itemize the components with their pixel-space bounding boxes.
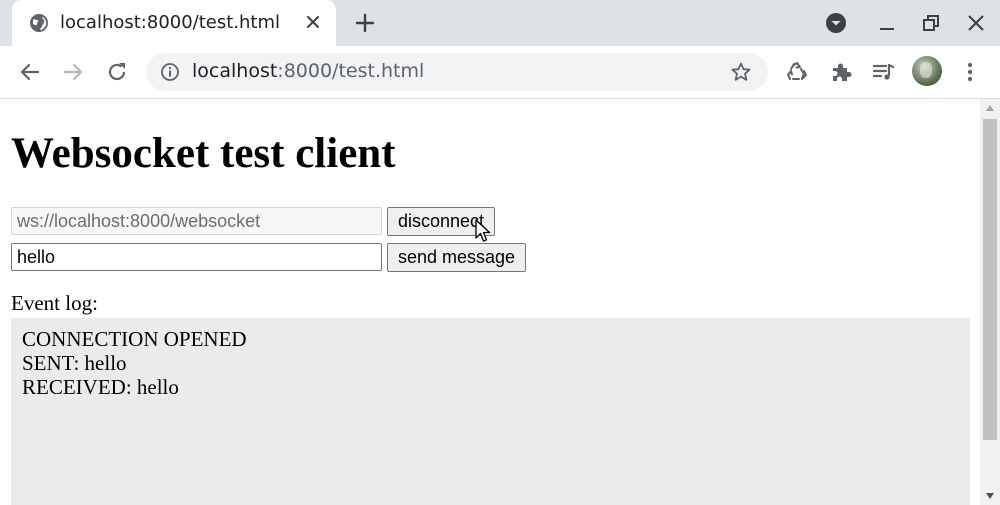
profile-avatar[interactable] bbox=[912, 56, 942, 86]
url-host: localhost bbox=[192, 60, 278, 82]
minimize-icon[interactable] bbox=[876, 12, 898, 34]
event-log: CONNECTION OPENED SENT: hello RECEIVED: … bbox=[11, 318, 970, 505]
url-path: :8000/test.html bbox=[277, 60, 425, 82]
restore-icon[interactable] bbox=[920, 12, 942, 34]
page-viewport: Websocket test client ws://localhost:800… bbox=[0, 99, 980, 505]
address-bar[interactable]: localhost:8000/test.html bbox=[146, 53, 768, 91]
log-entry: CONNECTION OPENED bbox=[22, 327, 247, 351]
kebab-menu-icon[interactable] bbox=[958, 60, 982, 84]
globe-icon bbox=[30, 14, 48, 32]
log-entry: RECEIVED: hello bbox=[22, 375, 179, 399]
info-icon[interactable] bbox=[160, 62, 180, 82]
page-title: Websocket test client bbox=[11, 130, 396, 177]
puzzle-icon[interactable] bbox=[829, 60, 853, 84]
scroll-up-arrow-icon[interactable] bbox=[985, 104, 995, 112]
window-close-icon[interactable] bbox=[965, 12, 987, 34]
message-input[interactable]: hello bbox=[11, 243, 382, 271]
forward-arrow-icon[interactable] bbox=[61, 60, 85, 84]
browser-tab[interactable]: localhost:8000/test.html bbox=[12, 0, 336, 46]
send-message-button[interactable]: send message bbox=[387, 243, 526, 272]
back-arrow-icon[interactable] bbox=[18, 60, 42, 84]
log-entry: SENT: hello bbox=[22, 351, 127, 375]
vertical-scrollbar[interactable] bbox=[980, 99, 1000, 505]
websocket-url-input[interactable]: ws://localhost:8000/websocket bbox=[11, 207, 382, 235]
star-icon[interactable] bbox=[730, 61, 752, 83]
url-text[interactable]: localhost:8000/test.html bbox=[192, 60, 424, 82]
tab-strip: localhost:8000/test.html bbox=[0, 0, 1000, 46]
tab-title: localhost:8000/test.html bbox=[60, 12, 281, 33]
recycle-icon[interactable] bbox=[785, 60, 809, 84]
scroll-down-arrow-icon[interactable] bbox=[985, 492, 995, 500]
plus-icon[interactable] bbox=[354, 12, 376, 34]
browser-toolbar: localhost:8000/test.html bbox=[0, 46, 1000, 99]
close-icon[interactable] bbox=[304, 13, 322, 31]
event-log-label: Event log: bbox=[11, 291, 98, 315]
scrollbar-thumb[interactable] bbox=[983, 119, 997, 440]
mouse-cursor-icon bbox=[475, 219, 491, 242]
event-log-list: CONNECTION OPENED SENT: hello RECEIVED: … bbox=[22, 327, 247, 399]
playlist-icon[interactable] bbox=[871, 60, 895, 84]
tab-search-icon[interactable] bbox=[825, 12, 847, 34]
reload-icon[interactable] bbox=[105, 60, 129, 84]
